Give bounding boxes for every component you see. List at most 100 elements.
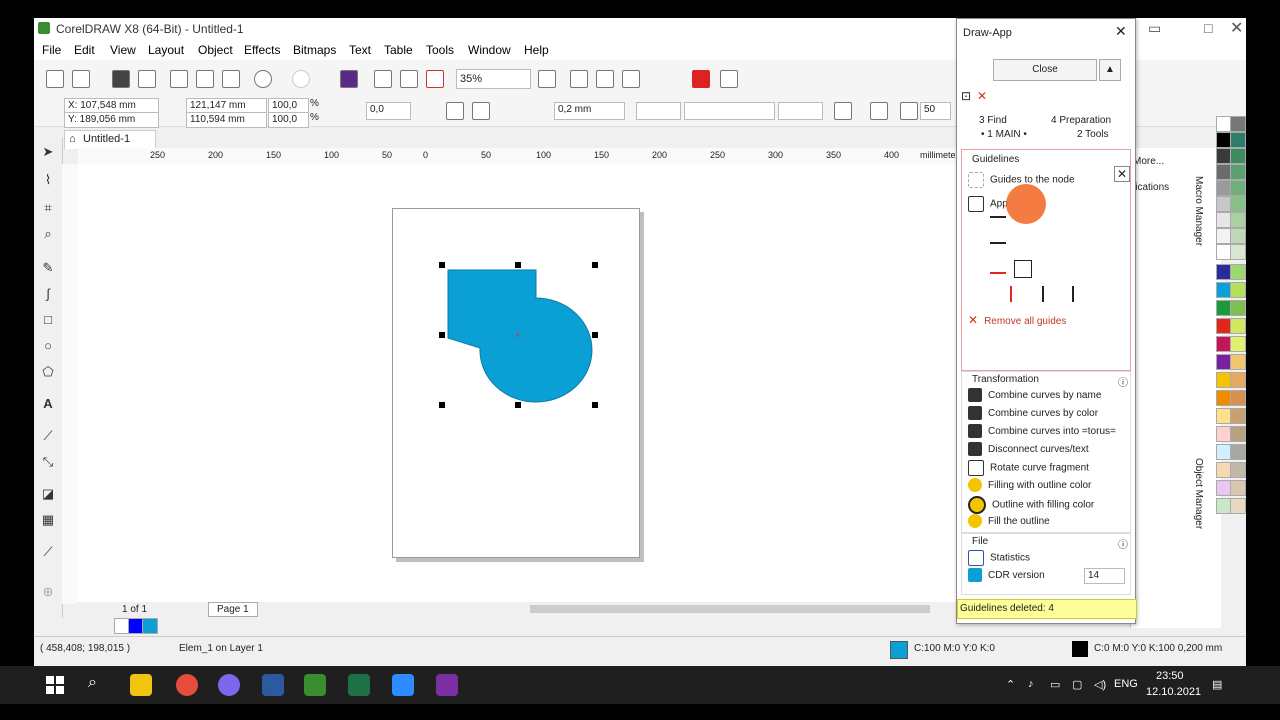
drop-shadow-icon[interactable]: ◪ <box>40 486 56 502</box>
text-tool-icon[interactable]: A <box>40 396 56 412</box>
new-document-icon[interactable] <box>46 70 64 88</box>
menu-layout[interactable]: Layout <box>148 43 184 57</box>
swatch[interactable] <box>1230 212 1246 228</box>
swatch[interactable] <box>1230 498 1246 514</box>
outline-width-field[interactable]: 0,2 mm <box>554 102 625 120</box>
swatch[interactable] <box>1230 408 1246 424</box>
rectangle-tool-icon[interactable]: □ <box>40 312 56 328</box>
swatch[interactable] <box>1230 180 1246 196</box>
app-icon[interactable] <box>436 674 458 696</box>
frame-icon[interactable]: ⊡ <box>961 89 971 103</box>
add-tool-icon[interactable]: ⊕ <box>40 584 56 600</box>
dialog-close-icon[interactable]: ✕ <box>1115 23 1127 40</box>
zoom-to-fit-icon[interactable] <box>538 70 556 88</box>
menu-effects[interactable]: Effects <box>244 43 280 57</box>
network-icon[interactable]: ▭ <box>1050 678 1060 691</box>
menu-help[interactable]: Help <box>524 43 549 57</box>
coreldraw-taskbar-icon[interactable] <box>304 674 326 696</box>
selection-handle[interactable] <box>439 402 445 408</box>
object-manager-tab[interactable]: Object Manager <box>1193 458 1204 529</box>
statistics-row[interactable]: Statistics <box>968 550 1030 566</box>
mirror-horizontal-icon[interactable] <box>446 102 464 120</box>
outline-color-swatch[interactable] <box>1072 641 1088 657</box>
selection-handle[interactable] <box>592 332 598 338</box>
selection-handle[interactable] <box>515 402 521 408</box>
swatch[interactable] <box>1230 390 1246 406</box>
menu-tools[interactable]: Tools <box>426 43 454 57</box>
macro-manager-tab[interactable]: Macro Manager <box>1193 176 1204 246</box>
guide-box-icon[interactable] <box>1014 260 1032 278</box>
swatch-cyan[interactable] <box>142 618 158 634</box>
eyedropper-icon[interactable]: ⟋ <box>40 544 56 560</box>
menu-bitmaps[interactable]: Bitmaps <box>293 43 336 57</box>
polygon-tool-icon[interactable]: ⬠ <box>40 364 56 380</box>
line-end-select[interactable] <box>778 102 823 120</box>
undo-icon[interactable] <box>254 70 272 88</box>
close-icon[interactable]: ✕ <box>1230 18 1243 38</box>
wrap-text-icon[interactable] <box>870 102 888 120</box>
print-icon[interactable] <box>138 70 156 88</box>
swatch[interactable] <box>1230 148 1246 164</box>
chrome-icon[interactable] <box>176 674 198 696</box>
swatch[interactable] <box>1230 282 1246 298</box>
line-start-select[interactable] <box>636 102 681 120</box>
selection-handle[interactable] <box>515 262 521 268</box>
cdr-version-field[interactable]: 14 <box>1084 568 1125 584</box>
guide-line-icon[interactable] <box>990 216 1006 218</box>
artistic-media-icon[interactable]: ∫ <box>40 286 56 302</box>
selection-handle[interactable] <box>439 262 445 268</box>
swatch[interactable] <box>1230 336 1246 352</box>
menu-window[interactable]: Window <box>468 43 511 57</box>
scale-y-field[interactable]: 100,0 <box>268 112 309 128</box>
copy-icon[interactable] <box>196 70 214 88</box>
transform-row[interactable]: Fill the outline <box>968 514 1050 530</box>
search-icon[interactable]: ⌕ <box>88 674 97 692</box>
tab-tools[interactable]: 2 Tools <box>1077 129 1109 140</box>
swatch[interactable] <box>1230 372 1246 388</box>
rotation-field[interactable]: 0,0 <box>366 102 411 120</box>
notifications-icon[interactable]: ▤ <box>1212 678 1222 691</box>
open-icon[interactable] <box>72 70 90 88</box>
app-row[interactable]: App <box>968 196 1008 212</box>
shape-tool-icon[interactable]: ⌇ <box>40 172 56 188</box>
guide-vline-icon[interactable] <box>1072 286 1074 302</box>
collapse-icon[interactable]: ▲ <box>1099 59 1121 81</box>
swatch[interactable] <box>1230 116 1246 132</box>
smoothing-field[interactable]: 50 <box>920 102 951 120</box>
selected-shape[interactable]: × <box>434 258 604 408</box>
display-icon[interactable]: ▢ <box>1072 678 1082 691</box>
horizontal-scrollbar[interactable] <box>514 602 954 616</box>
guide-vline-icon[interactable] <box>1042 286 1044 302</box>
swatch[interactable] <box>1230 244 1246 260</box>
microphone-icon[interactable]: ♪ <box>1028 678 1034 690</box>
y-position-field[interactable]: Y: 189,056 mm <box>64 112 159 128</box>
menu-edit[interactable]: Edit <box>74 43 95 57</box>
more-link[interactable]: More... <box>1133 156 1164 167</box>
tab-find[interactable]: 3 Find <box>979 115 1007 126</box>
excel-icon[interactable] <box>348 674 370 696</box>
volume-icon[interactable]: ◁) <box>1094 678 1106 691</box>
info-icon[interactable] <box>720 70 738 88</box>
home-icon[interactable]: ⌂ <box>69 133 76 145</box>
tab-preparation[interactable]: 4 Preparation <box>1051 115 1111 126</box>
crop-tool-icon[interactable]: ⌗ <box>40 200 56 216</box>
cut-icon[interactable] <box>170 70 188 88</box>
transform-row[interactable]: Combine curves by color <box>968 406 1098 422</box>
swatch[interactable] <box>1230 132 1246 148</box>
clock-date[interactable]: 12.10.2021 <box>1146 686 1201 698</box>
transparency-icon[interactable]: ▦ <box>40 512 56 528</box>
swatch[interactable] <box>1230 264 1246 280</box>
selection-handle[interactable] <box>592 402 598 408</box>
paste-icon[interactable] <box>222 70 240 88</box>
file-explorer-icon[interactable] <box>130 674 152 696</box>
viber-icon[interactable] <box>218 674 240 696</box>
curve-tool-icon[interactable] <box>834 102 852 120</box>
swatch[interactable] <box>1230 480 1246 496</box>
transform-row[interactable]: Outline with filling color <box>968 496 1094 514</box>
clock-time[interactable]: 23:50 <box>1156 670 1184 682</box>
guide-line-red-icon[interactable] <box>990 272 1006 274</box>
search-content-icon[interactable] <box>340 70 358 88</box>
zoom-level-field[interactable]: 35% <box>456 69 531 89</box>
mirror-vertical-icon[interactable] <box>472 102 490 120</box>
close-button[interactable]: Close <box>993 59 1097 81</box>
